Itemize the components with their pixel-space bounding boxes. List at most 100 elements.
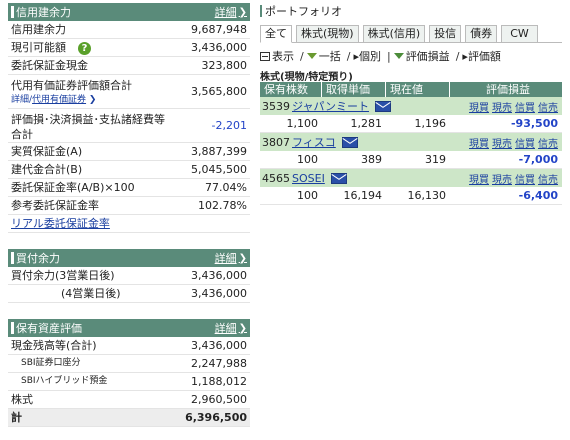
eval-pl: -6,400 bbox=[518, 189, 558, 202]
buy-row: (4営業日後) 3,436,000 bbox=[8, 285, 250, 303]
cash-buy-link[interactable]: 現買 bbox=[469, 103, 489, 114]
tab-bonds[interactable]: 債券 bbox=[465, 25, 498, 43]
buy-detail-link[interactable]: 詳細 ❯ bbox=[215, 250, 247, 266]
margin-buy-link[interactable]: 信買 bbox=[515, 103, 535, 114]
margin-sell-link[interactable]: 信売 bbox=[538, 103, 558, 114]
margin-row: 委託保証金率(A/B)×100 77.04% bbox=[8, 179, 250, 197]
row-value: 5,045,500 bbox=[191, 163, 247, 176]
assets-section-title: 保有資産評価 bbox=[16, 322, 82, 335]
mail-icon[interactable] bbox=[330, 172, 347, 184]
portfolio-title: ポートフォリオ bbox=[265, 5, 342, 18]
cash-sell-link[interactable]: 現売 bbox=[492, 175, 512, 186]
portfolio-panel: ポートフォリオ 全て 株式(現物) 株式(信用) 投信 債券 CW 表示 / 一… bbox=[260, 3, 562, 205]
margin-sell-link[interactable]: 信売 bbox=[538, 175, 558, 186]
tab-all[interactable]: 全て bbox=[260, 25, 292, 43]
tab-stock-cash[interactable]: 株式(現物) bbox=[296, 25, 359, 43]
row-value: 2,247,988 bbox=[191, 357, 247, 370]
row-value: 9,687,948 bbox=[191, 23, 247, 36]
holding-values: 1,100 1,281 1,196 -93,500 bbox=[260, 115, 562, 133]
assets-detail-link[interactable]: 詳細 ❯ bbox=[215, 320, 247, 336]
asset-row: SBIハイブリッド預金 1,188,012 bbox=[8, 373, 250, 391]
row-label: 評価損･決済損益･支払諸経費等 合計 bbox=[11, 112, 165, 141]
collateral-securities-link[interactable]: 代用有価証券 bbox=[32, 95, 86, 105]
row-label: 参考委託保証金率 bbox=[11, 199, 99, 212]
margin-row: リアル委託保証金率 bbox=[8, 215, 250, 233]
buy-row: 買付余力(3営業日後) 3,436,000 bbox=[8, 267, 250, 285]
margin-row: 建代金合計(B) 5,045,500 bbox=[8, 161, 250, 179]
trade-actions: 現買 現売 信買 信売 bbox=[466, 135, 558, 150]
row-value: -2,201 bbox=[211, 119, 247, 132]
tab-funds[interactable]: 投信 bbox=[429, 25, 462, 43]
asset-row: 現金残高等(合計) 3,436,000 bbox=[8, 337, 250, 355]
portfolio-header: ポートフォリオ bbox=[260, 3, 562, 19]
stock-code: 3539 bbox=[262, 99, 290, 113]
column-header: 取得単価 bbox=[322, 82, 386, 97]
price: 319 bbox=[425, 153, 446, 166]
cash-buy-link[interactable]: 現買 bbox=[469, 139, 489, 150]
holdings-group-title: 株式(現物/特定預り) bbox=[260, 72, 353, 83]
row-value: 2,960,500 bbox=[191, 393, 247, 406]
cash-buy-link[interactable]: 現買 bbox=[469, 175, 489, 186]
row-label: 実質保証金(A) bbox=[11, 145, 83, 158]
eval-pl: -7,000 bbox=[518, 153, 558, 166]
row-label: 現引可能額? bbox=[11, 40, 91, 55]
margin-section-header: 信用建余力 詳細 ❯ bbox=[8, 3, 250, 21]
display-toggle[interactable]: 表示 bbox=[260, 48, 294, 64]
eval-pl-toggle[interactable]: 評価損益 bbox=[393, 48, 450, 64]
margin-row: 信用建余力 9,687,948 bbox=[8, 21, 250, 39]
row-label: SBIハイブリッド預金 bbox=[21, 376, 108, 386]
cash-sell-link[interactable]: 現売 bbox=[492, 139, 512, 150]
chevron-right-icon: ❯ bbox=[238, 6, 247, 18]
row-value: 3,887,399 bbox=[191, 145, 247, 158]
bulk-toggle[interactable]: 一括 bbox=[306, 48, 341, 64]
account-summary-panel: 信用建余力 詳細 ❯ 信用建余力 9,687,948 現引可能額? 3,436,0… bbox=[8, 3, 250, 427]
asset-total-row: 計 6,396,500 bbox=[8, 409, 250, 427]
help-icon[interactable]: ? bbox=[78, 41, 91, 55]
holding-row: 3807 フィスコ 現買 現売 信買 信売 bbox=[260, 133, 562, 151]
row-label: 代用有価証券評価額合計 詳細/代用有価証券 ❯ bbox=[11, 78, 132, 105]
trade-actions: 現買 現売 信買 信売 bbox=[466, 99, 558, 114]
row-label: 現金残高等(合計) bbox=[11, 339, 97, 352]
real-margin-rate-link[interactable]: リアル委託保証金率 bbox=[11, 216, 110, 231]
shares: 1,100 bbox=[286, 117, 319, 130]
stock-name-link[interactable]: フィスコ bbox=[292, 134, 336, 150]
shares: 100 bbox=[297, 189, 318, 202]
column-header: 現在値 bbox=[386, 82, 450, 97]
column-header: 保有株数 bbox=[260, 82, 322, 97]
row-value: 3,436,000 bbox=[191, 269, 247, 282]
stock-name-link[interactable]: SOSEI bbox=[292, 172, 325, 185]
cash-sell-link[interactable]: 現売 bbox=[492, 103, 512, 114]
row-label: 信用建余力 bbox=[11, 23, 66, 36]
chevron-right-icon: ❯ bbox=[238, 252, 247, 264]
row-value: 1,188,012 bbox=[191, 375, 247, 388]
shares: 100 bbox=[297, 153, 318, 166]
margin-row: 実質保証金(A) 3,887,399 bbox=[8, 143, 250, 161]
holding-row: 4565 SOSEI 現買 現売 信買 信売 bbox=[260, 169, 562, 187]
margin-row: 代用有価証券評価額合計 詳細/代用有価証券 ❯ 3,565,800 bbox=[8, 75, 250, 109]
margin-detail-link[interactable]: 詳細 ❯ bbox=[215, 4, 247, 20]
holding-row: 3539 ジャパンミート 現買 現売 信買 信売 bbox=[260, 97, 562, 115]
row-value: 102.78% bbox=[198, 199, 247, 212]
margin-buy-link[interactable]: 信買 bbox=[515, 139, 535, 150]
buy-section-header: 買付余力 詳細 ❯ bbox=[8, 249, 250, 267]
margin-sell-link[interactable]: 信売 bbox=[538, 139, 558, 150]
holding-values: 100 16,194 16,130 -6,400 bbox=[260, 187, 562, 205]
mail-icon[interactable] bbox=[341, 136, 358, 148]
stock-name-link[interactable]: ジャパンミート bbox=[292, 98, 369, 114]
margin-row: 現引可能額? 3,436,000 bbox=[8, 39, 250, 57]
eval-amount-toggle[interactable]: ▸ 評価額 bbox=[462, 48, 501, 64]
mail-icon[interactable] bbox=[375, 100, 391, 112]
chevron-right-icon: ❯ bbox=[238, 322, 247, 334]
tab-cw[interactable]: CW bbox=[501, 25, 538, 43]
total-label: 計 bbox=[11, 411, 22, 424]
margin-row: 委託保証金現金 323,800 bbox=[8, 57, 250, 75]
portfolio-tabs: 全て 株式(現物) 株式(信用) 投信 債券 CW bbox=[260, 25, 562, 43]
cost: 16,194 bbox=[343, 189, 383, 202]
margin-buy-link[interactable]: 信買 bbox=[515, 175, 535, 186]
tab-stock-margin[interactable]: 株式(信用) bbox=[362, 25, 426, 43]
margin-section-title: 信用建余力 bbox=[16, 6, 71, 19]
collapse-icon bbox=[260, 51, 270, 61]
assets-section-header: 保有資産評価 詳細 ❯ bbox=[8, 319, 250, 337]
triangle-down-icon bbox=[393, 53, 404, 59]
individual-toggle[interactable]: ▸ 個別 bbox=[353, 48, 381, 64]
